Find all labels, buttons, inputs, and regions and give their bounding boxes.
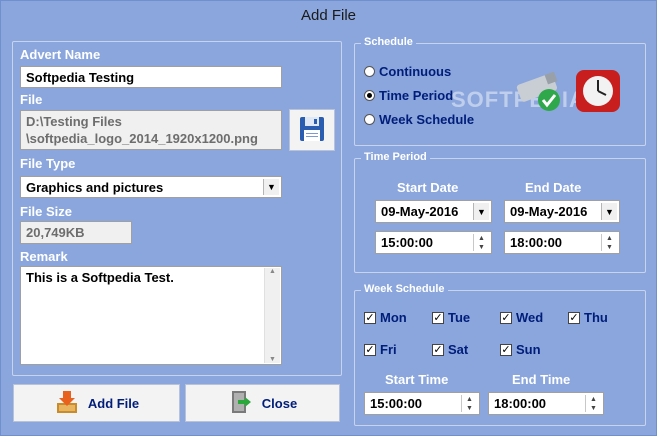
radio-time-period-dot[interactable] bbox=[364, 90, 375, 101]
spin-down-icon[interactable]: ▼ bbox=[474, 243, 489, 252]
radio-week-schedule-label: Week Schedule bbox=[379, 112, 475, 127]
checkmark-icon[interactable]: ✓ bbox=[364, 311, 376, 324]
checkbox-wed[interactable]: ✓ Wed bbox=[500, 310, 543, 325]
time-period-title: Time Period bbox=[361, 151, 430, 163]
radio-week-schedule-dot[interactable] bbox=[364, 114, 375, 125]
floppy-disk-icon bbox=[298, 115, 326, 146]
checkbox-tue-label: Tue bbox=[448, 310, 471, 325]
end-time-spinner[interactable]: 18:00:00 ▲ ▼ bbox=[504, 231, 620, 254]
spinner-arrows[interactable]: ▲ ▼ bbox=[601, 234, 617, 251]
checkmark-icon[interactable]: ✓ bbox=[568, 311, 580, 324]
radio-time-period-label: Time Period bbox=[379, 88, 454, 103]
scroll-up-icon[interactable]: ▲ bbox=[265, 268, 280, 275]
file-label: File bbox=[20, 92, 43, 107]
advert-name-label: Advert Name bbox=[20, 47, 101, 62]
download-box-icon bbox=[54, 389, 80, 418]
start-date-value: 09-May-2016 bbox=[381, 204, 459, 219]
scroll-down-icon[interactable]: ▼ bbox=[265, 356, 280, 363]
start-time-value: 15:00:00 bbox=[381, 235, 434, 250]
spinner-arrows[interactable]: ▲ ▼ bbox=[585, 395, 601, 412]
remark-label: Remark bbox=[20, 249, 68, 264]
checkbox-mon[interactable]: ✓ Mon bbox=[364, 310, 407, 325]
clock-icon bbox=[573, 67, 623, 120]
file-size-label: File Size bbox=[20, 204, 73, 219]
checkbox-sat-label: Sat bbox=[448, 342, 469, 357]
start-date-picker[interactable]: 09-May-2016 ▼ bbox=[375, 200, 492, 223]
spin-down-icon[interactable]: ▼ bbox=[586, 404, 601, 413]
exit-door-icon bbox=[228, 389, 254, 418]
close-button[interactable]: Close bbox=[185, 384, 340, 422]
schedule-title: Schedule bbox=[361, 36, 416, 48]
usb-drive-icon bbox=[516, 67, 566, 118]
add-file-button[interactable]: Add File bbox=[13, 384, 180, 422]
radio-continuous-label: Continuous bbox=[379, 64, 452, 79]
checkbox-sat[interactable]: ✓ Sat bbox=[432, 342, 468, 357]
radio-time-period[interactable]: Time Period bbox=[364, 88, 453, 103]
spinner-arrows[interactable]: ▲ ▼ bbox=[461, 395, 477, 412]
checkbox-tue[interactable]: ✓ Tue bbox=[432, 310, 470, 325]
end-date-picker[interactable]: 09-May-2016 ▼ bbox=[504, 200, 620, 223]
window-title: Add File bbox=[1, 1, 656, 30]
chevron-down-icon[interactable]: ▼ bbox=[263, 179, 279, 195]
week-end-time-label: End Time bbox=[512, 372, 571, 387]
add-file-label: Add File bbox=[87, 395, 140, 411]
file-path-field: D:\Testing Files \softpedia_logo_2014_19… bbox=[20, 110, 282, 150]
checkbox-sun[interactable]: ✓ Sun bbox=[500, 342, 541, 357]
checkbox-fri-label: Fri bbox=[380, 342, 397, 357]
add-file-window: Add File Advert Name Softpedia Testing F… bbox=[0, 0, 657, 436]
browse-file-button[interactable] bbox=[289, 109, 335, 151]
file-size-field: 20,749KB bbox=[20, 221, 132, 244]
calendar-dropdown-icon[interactable]: ▼ bbox=[601, 203, 617, 220]
remark-textarea[interactable]: This is a Softpedia Test. ▲ ▼ bbox=[20, 266, 282, 365]
checkmark-icon[interactable]: ✓ bbox=[432, 343, 444, 356]
file-type-label: File Type bbox=[20, 156, 76, 171]
week-end-time-value: 18:00:00 bbox=[494, 396, 547, 411]
week-start-time-spinner[interactable]: 15:00:00 ▲ ▼ bbox=[364, 392, 480, 415]
checkmark-icon[interactable]: ✓ bbox=[432, 311, 444, 324]
file-path-line1: D:\Testing Files bbox=[26, 114, 122, 129]
checkbox-thu[interactable]: ✓ Thu bbox=[568, 310, 608, 325]
spin-up-icon[interactable]: ▲ bbox=[462, 395, 477, 404]
checkbox-mon-label: Mon bbox=[380, 310, 407, 325]
week-start-time-value: 15:00:00 bbox=[370, 396, 423, 411]
start-time-spinner[interactable]: 15:00:00 ▲ ▼ bbox=[375, 231, 492, 254]
file-type-value: Graphics and pictures bbox=[26, 180, 164, 195]
checkmark-icon[interactable]: ✓ bbox=[500, 343, 512, 356]
week-start-time-label: Start Time bbox=[385, 372, 449, 387]
advert-name-input[interactable]: Softpedia Testing bbox=[20, 66, 282, 88]
week-end-time-spinner[interactable]: 18:00:00 ▲ ▼ bbox=[488, 392, 604, 415]
start-date-label: Start Date bbox=[397, 180, 459, 195]
spin-up-icon[interactable]: ▲ bbox=[602, 234, 617, 243]
end-date-value: 09-May-2016 bbox=[510, 204, 588, 219]
spin-down-icon[interactable]: ▼ bbox=[462, 404, 477, 413]
week-schedule-title: Week Schedule bbox=[361, 283, 448, 295]
checkmark-icon[interactable]: ✓ bbox=[364, 343, 376, 356]
end-date-label: End Date bbox=[525, 180, 582, 195]
file-path-line2: \softpedia_logo_2014_1920x1200.png bbox=[26, 131, 258, 146]
remark-text: This is a Softpedia Test. bbox=[26, 270, 174, 285]
spin-down-icon[interactable]: ▼ bbox=[602, 243, 617, 252]
checkbox-thu-label: Thu bbox=[584, 310, 608, 325]
end-time-value: 18:00:00 bbox=[510, 235, 563, 250]
file-type-select[interactable]: Graphics and pictures ▼ bbox=[20, 176, 282, 198]
spin-up-icon[interactable]: ▲ bbox=[474, 234, 489, 243]
checkmark-icon[interactable]: ✓ bbox=[500, 311, 512, 324]
calendar-dropdown-icon[interactable]: ▼ bbox=[473, 203, 489, 220]
spinner-arrows[interactable]: ▲ ▼ bbox=[473, 234, 489, 251]
radio-continuous[interactable]: Continuous bbox=[364, 64, 451, 79]
checkbox-wed-label: Wed bbox=[516, 310, 544, 325]
spin-up-icon[interactable]: ▲ bbox=[586, 395, 601, 404]
checkbox-sun-label: Sun bbox=[516, 342, 541, 357]
remark-scrollbar[interactable]: ▲ ▼ bbox=[264, 268, 280, 363]
close-label: Close bbox=[261, 395, 298, 411]
radio-continuous-dot[interactable] bbox=[364, 66, 375, 77]
radio-week-schedule[interactable]: Week Schedule bbox=[364, 112, 474, 127]
checkbox-fri[interactable]: ✓ Fri bbox=[364, 342, 397, 357]
